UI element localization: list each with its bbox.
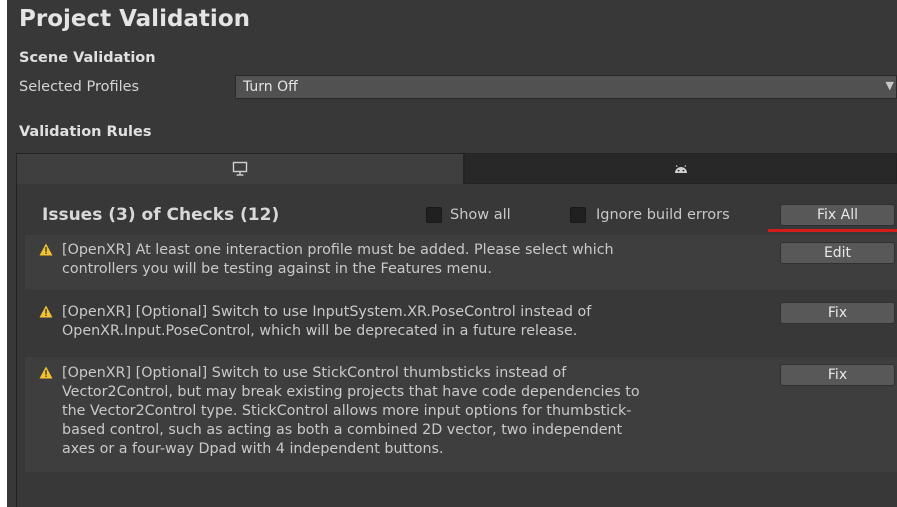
issue-message-line: OpenXR.Input.PoseControl, which will be … <box>62 323 578 339</box>
selected-profiles-value: Turn Off <box>243 79 298 95</box>
issue-message: [OpenXR] [Optional] Switch to use InputS… <box>62 303 762 341</box>
list-item: [OpenXR] [Optional] Switch to use StickC… <box>25 357 897 472</box>
list-item: [OpenXR] At least one interaction profil… <box>25 235 897 290</box>
tab-standalone[interactable] <box>16 153 464 184</box>
issue-message-line: the Vector2Control type. StickControl al… <box>62 403 632 419</box>
fix-all-button[interactable]: Fix All <box>780 204 895 226</box>
ignore-build-errors-checkbox[interactable] <box>570 207 586 223</box>
issue-message-line: controllers you will be testing against … <box>62 261 492 277</box>
monitor-icon <box>232 161 248 176</box>
issue-message-line: based control, such as acting as both a … <box>62 422 623 438</box>
list-item: [OpenXR] [Optional] Switch to use InputS… <box>25 296 897 352</box>
issue-message-line: axes or a four-way Dpad with 4 independe… <box>62 441 444 457</box>
issue-message-line: [OpenXR] At least one interaction profil… <box>62 242 614 258</box>
fix-button[interactable]: Fix <box>780 364 895 386</box>
show-all-label: Show all <box>450 207 511 223</box>
fix-button[interactable]: Fix <box>780 302 895 324</box>
warning-icon <box>39 305 53 318</box>
show-all-checkbox[interactable] <box>426 207 442 223</box>
ignore-build-errors-label: Ignore build errors <box>596 207 730 223</box>
platform-tabs <box>16 153 897 184</box>
selected-profiles-dropdown[interactable]: Turn Off ▼ <box>235 75 897 99</box>
issues-summary: Issues (3) of Checks (12) <box>42 205 280 225</box>
validation-rules-heading: Validation Rules <box>19 124 152 140</box>
selected-profiles-label: Selected Profiles <box>19 79 140 95</box>
warning-icon <box>39 366 53 379</box>
android-icon <box>674 165 687 173</box>
issue-message-line: [OpenXR] [Optional] Switch to use InputS… <box>62 304 592 320</box>
edit-button[interactable]: Edit <box>780 242 895 264</box>
tab-android[interactable] <box>464 153 897 184</box>
issue-message-line: [OpenXR] [Optional] Switch to use StickC… <box>62 365 567 381</box>
issue-message: [OpenXR] [Optional] Switch to use StickC… <box>62 364 762 459</box>
chevron-down-icon: ▼ <box>885 79 894 92</box>
highlight-underline <box>768 229 897 232</box>
scene-validation-heading: Scene Validation <box>19 50 156 66</box>
warning-icon <box>39 243 53 256</box>
page-title: Project Validation <box>19 6 250 32</box>
issue-message: [OpenXR] At least one interaction profil… <box>62 241 762 279</box>
issue-message-line: Vector2Control, but may break existing p… <box>62 384 640 400</box>
